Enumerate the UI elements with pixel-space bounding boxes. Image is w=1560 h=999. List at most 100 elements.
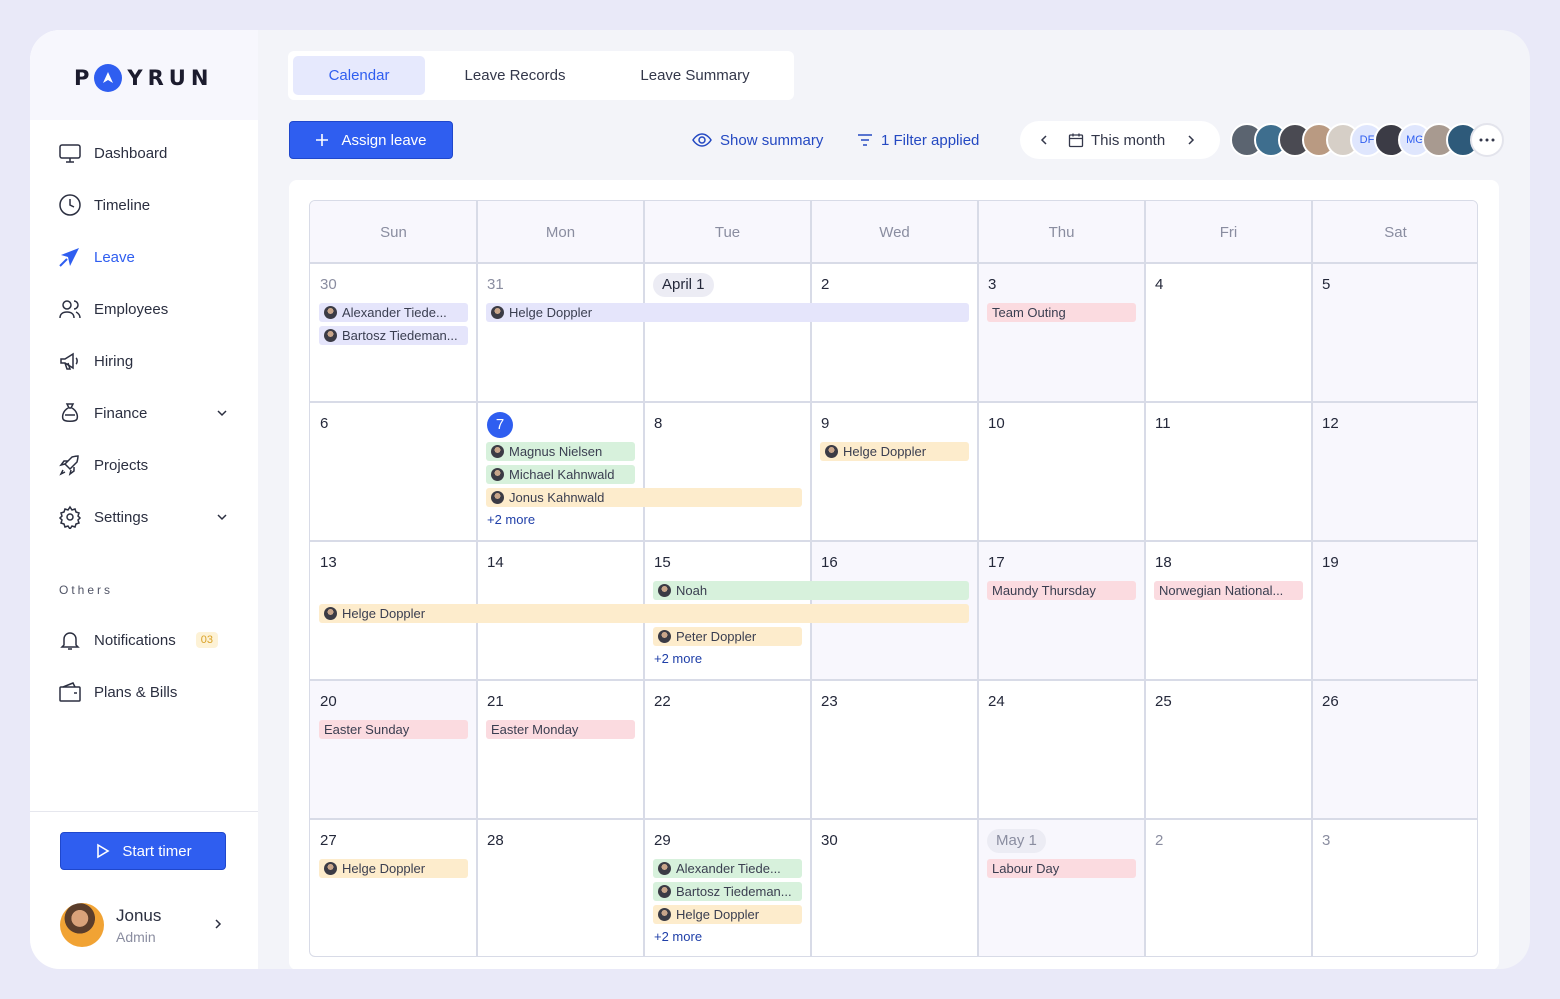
avatar [658, 908, 671, 921]
logo-plane-icon [94, 64, 123, 92]
avatar [491, 491, 504, 504]
calendar-event[interactable]: Jonus Kahnwald [486, 488, 802, 507]
day-cell[interactable] [310, 402, 477, 541]
sidebar-item-notifications[interactable]: Notifications 03 [58, 623, 230, 657]
day-number: 3 [988, 276, 997, 293]
day-number: 29 [654, 832, 671, 849]
calendar-event[interactable]: Easter Monday [486, 720, 635, 739]
sidebar-item-hiring[interactable]: Hiring [58, 344, 230, 378]
grid-line [1311, 201, 1313, 956]
avatar [491, 306, 504, 319]
more-events-link[interactable]: +2 more [654, 651, 702, 666]
sidebar-item-settings[interactable]: Settings [58, 500, 230, 534]
tab-leave-records[interactable]: Leave Records [440, 56, 590, 95]
day-number: 26 [1322, 693, 1339, 710]
avatar [658, 885, 671, 898]
calendar-event[interactable]: Alexander Tiede... [319, 303, 468, 322]
day-cell[interactable] [1145, 819, 1312, 956]
day-number: 11 [1155, 415, 1171, 432]
calendar-event[interactable]: Labour Day [987, 859, 1136, 878]
sidebar-item-plans-bills[interactable]: Plans & Bills [58, 675, 230, 709]
logo-area: P YRUN [30, 30, 258, 120]
avatar [491, 445, 504, 458]
tab-calendar[interactable]: Calendar [293, 56, 425, 95]
event-label: Team Outing [992, 305, 1066, 320]
avatar [658, 584, 671, 597]
calendar-event[interactable]: Easter Sunday [319, 720, 468, 739]
calendar-event[interactable]: Maundy Thursday [987, 581, 1136, 600]
calendar-event[interactable]: Norwegian National... [1154, 581, 1303, 600]
show-summary-button[interactable]: Show summary [692, 128, 823, 152]
calendar-event[interactable]: Noah [653, 581, 969, 600]
day-number: 27 [320, 832, 337, 849]
sidebar-item-label: Plans & Bills [94, 683, 178, 701]
sidebar-item-label: Hiring [94, 352, 134, 370]
filter-button[interactable]: 1 Filter applied [857, 128, 979, 152]
day-number: 31 [487, 276, 504, 293]
event-label: Maundy Thursday [992, 583, 1096, 598]
avatar [324, 329, 337, 342]
sidebar-item-projects[interactable]: Projects [58, 448, 230, 482]
day-cell[interactable] [1312, 263, 1477, 402]
period-selector: This month [1020, 121, 1220, 159]
sidebar-item-finance[interactable]: Finance [58, 396, 230, 430]
calendar-card: Sun Mon Tue Wed Thu Fri Sat 30 31 April 123456789… [289, 180, 1499, 969]
chevron-right-icon[interactable] [1183, 132, 1199, 148]
chevron-down-icon[interactable] [214, 509, 230, 525]
calendar-event[interactable]: Helge Doppler [820, 442, 969, 461]
sidebar-item-dashboard[interactable]: Dashboard [58, 136, 230, 170]
others-section-label: Others [59, 583, 114, 597]
day-cell[interactable] [811, 263, 978, 402]
event-label: Bartosz Tiedeman... [342, 328, 458, 343]
sidebar-item-employees[interactable]: Employees [58, 292, 230, 326]
calendar-event[interactable]: Bartosz Tiedeman... [653, 882, 802, 901]
more-events-link[interactable]: +2 more [654, 929, 702, 944]
period-label[interactable]: This month [1091, 132, 1165, 149]
sidebar-item-label: Employees [94, 300, 169, 318]
day-number: 8 [654, 415, 663, 432]
day-cell[interactable] [644, 402, 811, 541]
chevron-down-icon[interactable] [214, 405, 230, 421]
user-profile[interactable]: Jonus Admin [60, 902, 226, 948]
bell-icon [60, 632, 80, 650]
calendar-event[interactable]: Helge Doppler [653, 905, 802, 924]
money-bag-icon [61, 403, 79, 422]
grid-line [310, 540, 1477, 542]
weekday-header: Tue [644, 201, 811, 263]
avatar [658, 630, 671, 643]
day-cell[interactable] [1312, 819, 1477, 956]
event-label: Labour Day [992, 861, 1060, 876]
day-cell[interactable] [811, 402, 978, 541]
weekday-header: Sat [1312, 201, 1477, 263]
calendar-event[interactable]: Helge Doppler [319, 859, 468, 878]
calendar-event[interactable]: Bartosz Tiedeman... [319, 326, 468, 345]
sidebar-item-timeline[interactable]: Timeline [58, 188, 230, 222]
calendar-event[interactable]: Peter Doppler [653, 627, 802, 646]
calendar-event[interactable]: Helge Doppler [319, 604, 969, 623]
calendar-event[interactable]: Michael Kahnwald [486, 465, 635, 484]
payrun-logo[interactable]: P YRUN [74, 62, 213, 94]
chevron-left-icon[interactable] [1036, 132, 1052, 148]
day-cell[interactable] [978, 263, 1145, 402]
avatar [324, 862, 337, 875]
calendar-event[interactable]: Helge Doppler [486, 303, 969, 322]
tab-leave-summary[interactable]: Leave Summary [610, 56, 780, 95]
play-icon [97, 843, 110, 859]
start-timer-button[interactable]: Start timer [60, 832, 226, 870]
more-avatars-button[interactable] [1470, 123, 1504, 157]
assign-leave-button[interactable]: Assign leave [289, 121, 453, 159]
users-icon [59, 300, 81, 319]
logo-text: YRUN [127, 66, 214, 90]
calendar-event[interactable]: Magnus Nielsen [486, 442, 635, 461]
sidebar-item-leave[interactable]: Leave [58, 240, 230, 274]
more-events-link[interactable]: +2 more [487, 512, 535, 527]
day-cell[interactable] [1145, 263, 1312, 402]
event-label: Helge Doppler [509, 305, 593, 320]
calendar-event[interactable]: Team Outing [987, 303, 1136, 322]
event-label: Michael Kahnwald [509, 467, 615, 482]
day-number: 17 [988, 554, 1005, 571]
calendar-event[interactable]: Alexander Tiede... [653, 859, 802, 878]
calendar-grid: Sun Mon Tue Wed Thu Fri Sat 30 31 April 123456789… [309, 200, 1478, 957]
day-number: 9 [821, 415, 830, 432]
sidebar-item-label: Finance [94, 404, 148, 422]
